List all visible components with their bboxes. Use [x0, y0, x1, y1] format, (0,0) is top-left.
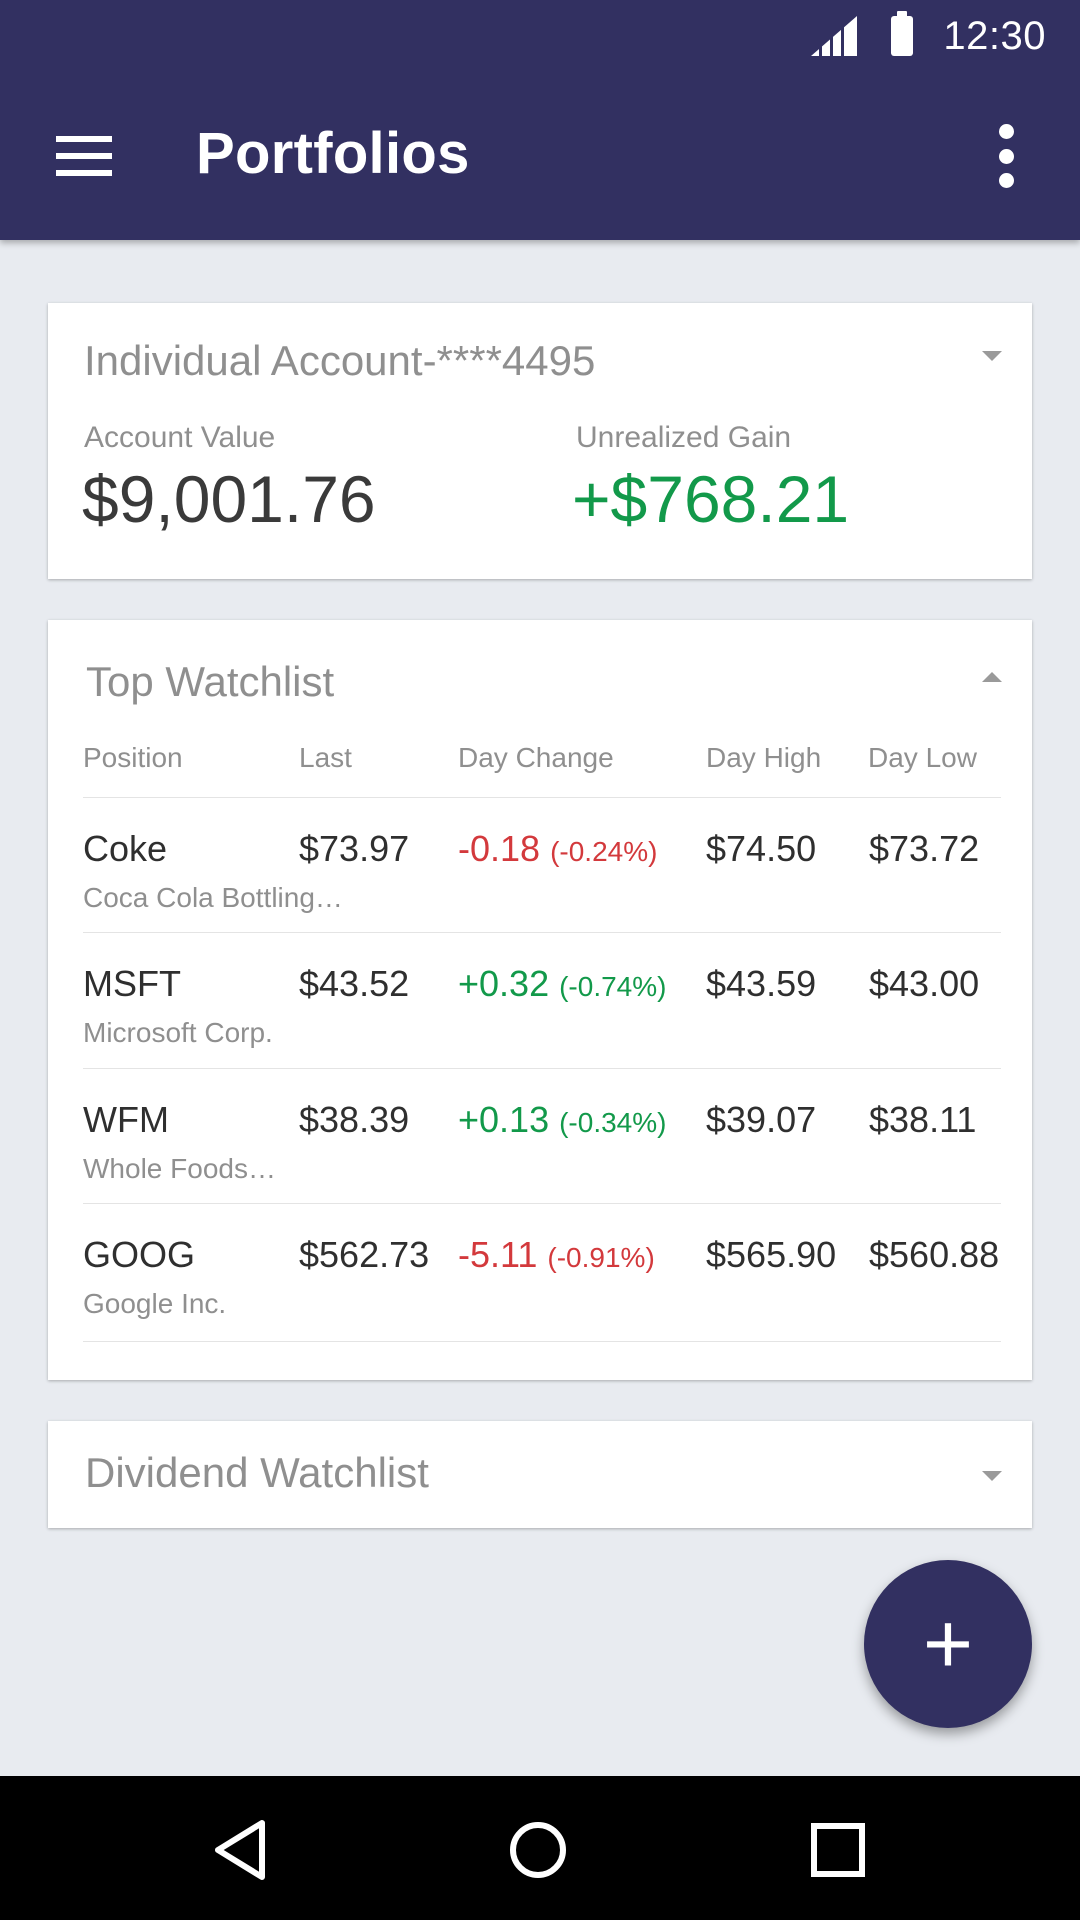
row-last: $73.97	[299, 828, 410, 869]
account-title: Individual Account-****4495	[84, 337, 596, 384]
row-change-value: -0.18	[458, 828, 541, 869]
row-day-low: $38.11	[869, 1099, 977, 1140]
recents-icon[interactable]	[788, 1802, 888, 1898]
hamburger-menu-icon[interactable]	[56, 136, 112, 176]
row-change-value: +0.13	[458, 1099, 550, 1140]
row-last: $562.73	[299, 1234, 430, 1275]
account-value: $9,001.76	[82, 462, 376, 536]
divider	[83, 1341, 1001, 1342]
account-card[interactable]: Individual Account-****4495 Account Valu…	[48, 303, 1032, 579]
system-nav-bar	[0, 1776, 1080, 1920]
row-day-change: -5.11 (-0.91%)	[458, 1234, 655, 1276]
unrealized-gain-label: Unrealized Gain	[576, 421, 792, 454]
add-icon: +	[922, 1596, 974, 1692]
row-symbol: MSFT	[83, 963, 181, 1004]
add-button[interactable]: +	[864, 1560, 1032, 1728]
row-day-low: $43.00	[869, 963, 980, 1004]
watchlist-row-wfm[interactable]: WFM Whole Foods… $38.39 +0.13 (-0.34%) $…	[83, 1068, 1001, 1203]
col-day-high[interactable]: Day High	[706, 742, 821, 774]
top-watchlist-title[interactable]: Top Watchlist	[86, 658, 334, 706]
row-day-low: $73.72	[869, 828, 980, 869]
watchlist-header-row: Position Last Day Change Day High Day Lo…	[48, 742, 1032, 782]
account-value-label: Account Value	[84, 421, 276, 454]
row-symbol: WFM	[83, 1099, 169, 1140]
row-company-name: Coca Cola Bottling…	[83, 882, 343, 913]
col-position[interactable]: Position	[83, 742, 183, 774]
battery-icon	[891, 11, 914, 56]
status-bar: 12:30	[811, 0, 1080, 72]
row-day-high: $43.59	[706, 963, 817, 1004]
row-last: $38.39	[299, 1099, 410, 1140]
row-company-name: Microsoft Corp.	[83, 1017, 273, 1048]
row-change-pct: (-0.24%)	[550, 836, 658, 867]
more-vert-icon[interactable]	[996, 124, 1016, 188]
row-day-high: $74.50	[706, 828, 817, 869]
row-day-change: +0.32 (-0.74%)	[458, 963, 666, 1005]
page-title: Portfolios	[196, 121, 470, 186]
app-bar: 12:30 Portfolios	[0, 0, 1080, 240]
dividend-watchlist-card[interactable]: Dividend Watchlist	[48, 1421, 1032, 1528]
status-time: 12:30	[943, 13, 1046, 58]
col-day-low[interactable]: Day Low	[868, 742, 977, 774]
row-company-name: Google Inc.	[83, 1288, 227, 1319]
row-day-high: $565.90	[706, 1234, 837, 1275]
row-symbol: GOOG	[83, 1234, 196, 1275]
signal-icon	[811, 16, 858, 56]
back-icon[interactable]	[190, 1802, 290, 1898]
row-change-value: -5.11	[458, 1234, 538, 1275]
chevron-up-icon[interactable]	[982, 672, 1002, 682]
row-change-value: +0.32	[458, 963, 550, 1004]
dividend-watchlist-title: Dividend Watchlist	[85, 1449, 429, 1496]
row-change-pct: (-0.91%)	[547, 1242, 655, 1273]
watchlist-row-msft[interactable]: MSFT Microsoft Corp. $43.52 +0.32 (-0.74…	[83, 932, 1001, 1067]
unrealized-gain-value: +$768.21	[572, 462, 850, 536]
col-day-change[interactable]: Day Change	[458, 742, 614, 774]
watchlist-row-goog[interactable]: GOOG Google Inc. $562.73 -5.11 (-0.91%) …	[83, 1203, 1001, 1338]
row-change-pct: (-0.74%)	[559, 971, 667, 1002]
row-day-change: -0.18 (-0.24%)	[458, 828, 657, 870]
row-company-name: Whole Foods…	[83, 1153, 276, 1184]
home-icon[interactable]	[488, 1802, 588, 1898]
col-last[interactable]: Last	[299, 742, 352, 774]
chevron-down-icon[interactable]	[982, 1471, 1002, 1481]
row-change-pct: (-0.34%)	[559, 1107, 667, 1138]
watchlist-row-coke[interactable]: Coke Coca Cola Bottling… $73.97 -0.18 (-…	[83, 797, 1001, 932]
chevron-down-icon[interactable]	[982, 351, 1002, 361]
row-last: $43.52	[299, 963, 410, 1004]
row-day-high: $39.07	[706, 1099, 817, 1140]
row-day-low: $560.88	[869, 1234, 1000, 1275]
top-watchlist-card: Top Watchlist Position Last Day Change D…	[48, 620, 1032, 1380]
row-symbol: Coke	[83, 828, 168, 869]
row-day-change: +0.13 (-0.34%)	[458, 1099, 666, 1141]
